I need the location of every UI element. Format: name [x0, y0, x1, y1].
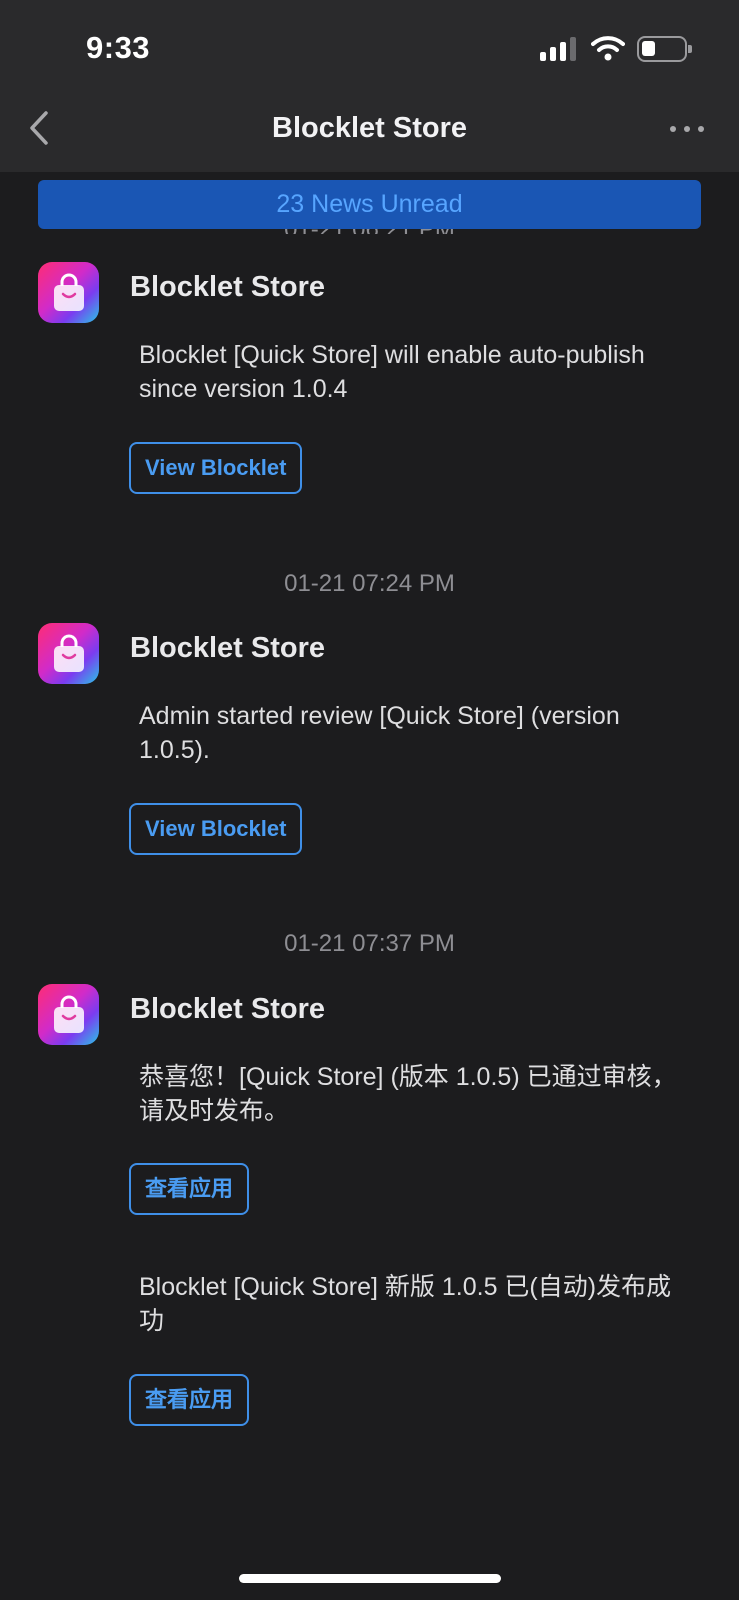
message-timestamp: 01-21 07:24 PM — [284, 570, 455, 597]
wifi-icon — [591, 36, 625, 61]
view-app-button[interactable]: 查看应用 — [129, 1163, 250, 1215]
cellular-signal-icon — [540, 37, 578, 61]
screen: 9:33 Blocklet Store 01-21 06:21 PM 23 Ne… — [0, 0, 739, 1600]
message-body: Admin started review [Quick Store] (vers… — [139, 702, 620, 764]
sender-name: Blocklet Store — [130, 993, 325, 1025]
nav-title: Blocklet Store — [272, 112, 467, 144]
message-timestamp: 01-21 07:37 PM — [284, 930, 455, 957]
more-horizontal-icon[interactable] — [670, 126, 706, 136]
message-body: Blocklet [Quick Store] will enable auto-… — [139, 341, 645, 403]
sender-name: Blocklet Store — [130, 632, 325, 664]
sender-avatar — [38, 984, 99, 1045]
status-time: 9:33 — [86, 30, 151, 65]
view-blocklet-button[interactable]: View Blocklet — [129, 803, 303, 855]
sender-avatar — [38, 262, 99, 323]
view-app-button[interactable]: 查看应用 — [129, 1374, 250, 1426]
top-bar: 9:33 Blocklet Store — [0, 0, 739, 172]
unread-news-banner[interactable]: 23 News Unread — [38, 180, 701, 229]
shopping-bag-icon — [54, 634, 84, 672]
sender-name: Blocklet Store — [130, 271, 325, 303]
message-body: 恭喜您！[Quick Store] (版本 1.0.5) 已通过审核，请及时发布… — [139, 1063, 677, 1125]
message-body: Blocklet [Quick Store] 新版 1.0.5 已(自动)发布成… — [139, 1273, 672, 1335]
sender-avatar — [38, 623, 99, 684]
view-blocklet-button[interactable]: View Blocklet — [129, 442, 303, 494]
home-indicator[interactable] — [239, 1574, 501, 1583]
battery-icon — [637, 36, 692, 62]
shopping-bag-icon — [54, 273, 84, 311]
shopping-bag-icon — [54, 995, 84, 1033]
